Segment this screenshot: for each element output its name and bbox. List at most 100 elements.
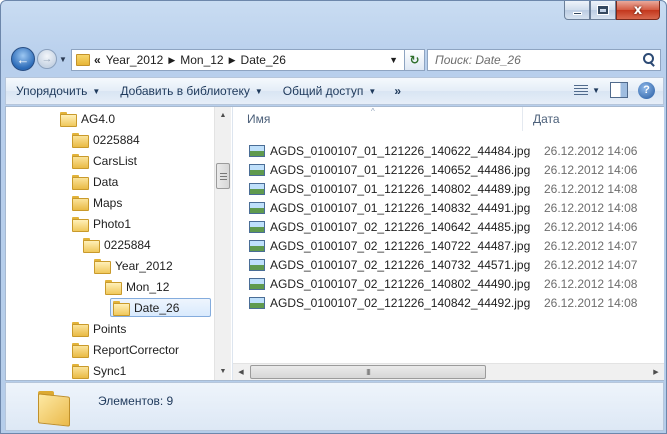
tree-item-reportcorrector[interactable]: ReportCorrector <box>70 340 183 359</box>
minimize-button[interactable] <box>564 1 590 20</box>
tree-item-label: Date_26 <box>134 300 180 315</box>
file-list-pane: ^ Имя Дата AGDS_0100107_01_121226_140622… <box>232 107 664 380</box>
tree-item-label: Sync1 <box>93 363 127 378</box>
tree-item-photo1[interactable]: Photo1 <box>70 214 135 233</box>
view-dropdown-icon[interactable]: ▼ <box>592 86 600 95</box>
breadcrumb-item-year[interactable]: Year_2012 <box>106 53 164 67</box>
scrollbar-thumb[interactable]: III <box>250 365 486 379</box>
breadcrumb-separator-icon[interactable]: ▶ <box>168 55 175 66</box>
tree-item-sync1[interactable]: Sync1 <box>70 361 130 380</box>
file-date: 26.12.2012 14:06 <box>544 143 638 158</box>
tree-item-data[interactable]: Data <box>70 172 122 191</box>
maximize-button[interactable] <box>590 1 616 20</box>
file-date: 26.12.2012 14:08 <box>544 276 638 291</box>
help-icon[interactable]: ? <box>638 81 655 99</box>
file-name: AGDS_0100107_02_121226_140642_44485.jpg <box>270 219 531 234</box>
tree-item-date-26[interactable]: Date_26 <box>110 298 211 317</box>
tree-scrollbar[interactable]: ▲ ▼ <box>214 107 231 380</box>
file-date: 26.12.2012 14:07 <box>544 238 638 253</box>
tree-item-label: Photo1 <box>93 216 132 231</box>
chevron-down-icon: ▼ <box>254 86 263 96</box>
scroll-up-icon[interactable]: ▲ <box>215 107 231 123</box>
column-header-date[interactable]: Дата <box>523 107 664 131</box>
scroll-down-icon[interactable]: ▼ <box>215 363 231 379</box>
tree-item-label: ReportCorrector <box>93 342 180 357</box>
address-dropdown-icon[interactable]: ▼ <box>389 55 398 65</box>
recent-pages-dropdown-icon[interactable]: ▼ <box>59 55 67 64</box>
file-row[interactable]: AGDS_0100107_02_121226_140642_44485.jpg … <box>249 217 637 236</box>
close-icon: x <box>633 2 643 18</box>
add-to-library-button[interactable]: Добавить в библиотеку ▼ <box>114 80 268 102</box>
file-row[interactable]: AGDS_0100107_02_121226_140732_44571.jpg … <box>249 255 637 274</box>
tree-item-carslist[interactable]: CarsList <box>70 151 141 170</box>
tree-item-label: CarsList <box>93 153 138 168</box>
forward-button[interactable]: → <box>37 49 57 69</box>
column-headers: ^ Имя Дата <box>233 107 664 131</box>
tree-item-year-2012[interactable]: Year_2012 <box>92 256 177 275</box>
grip-icon <box>220 173 227 180</box>
scrollbar-thumb[interactable] <box>216 163 230 189</box>
breadcrumb-item-date[interactable]: Date_26 <box>241 53 286 67</box>
tree-item-label: Maps <box>93 195 123 210</box>
file-row[interactable]: AGDS_0100107_01_121226_140802_44489.jpg … <box>249 179 637 198</box>
file-row[interactable]: AGDS_0100107_01_121226_140652_44486.jpg … <box>249 160 637 179</box>
folder-icon <box>36 389 76 425</box>
add-to-library-label: Добавить в библиотеку <box>120 84 250 98</box>
back-button[interactable]: ← <box>11 47 35 71</box>
file-row[interactable]: AGDS_0100107_02_121226_140722_44487.jpg … <box>249 236 637 255</box>
tree-item-label: Mon_12 <box>126 279 170 294</box>
caption-buttons: x <box>564 1 660 21</box>
file-row[interactable]: AGDS_0100107_01_121226_140832_44491.jpg … <box>249 198 637 217</box>
close-button[interactable]: x <box>616 1 660 20</box>
refresh-icon: ↻ <box>409 53 420 67</box>
search-box[interactable]: Поиск: Date_26 <box>427 49 661 71</box>
scroll-left-icon[interactable]: ◀ <box>233 364 249 380</box>
file-name: AGDS_0100107_01_121226_140802_44489.jpg <box>270 181 531 196</box>
column-header-date-label: Дата <box>533 112 560 126</box>
tree-item-0225884[interactable]: 0225884 <box>70 130 144 149</box>
change-view-icon[interactable] <box>572 81 590 99</box>
breadcrumb-overflow[interactable]: « <box>94 53 101 67</box>
tree-item-points[interactable]: Points <box>70 319 130 338</box>
tree-item-label: Year_2012 <box>115 258 173 273</box>
tree-item-label: Points <box>93 321 127 336</box>
tree-item-label: 0225884 <box>104 237 151 252</box>
column-header-name-label: Имя <box>247 112 271 126</box>
folder-icon <box>72 196 89 211</box>
details-pane: Элементов: 9 <box>5 382 664 431</box>
jpg-file-icon <box>249 163 265 176</box>
jpg-file-icon <box>249 201 265 214</box>
refresh-button[interactable]: ↻ <box>405 49 425 71</box>
folder-icon <box>72 364 89 379</box>
scroll-right-icon[interactable]: ▶ <box>648 364 664 380</box>
view-controls: ▼ ? <box>572 81 659 99</box>
navigation-row: ← → ▼ « Year_2012 ▶ Mon_12 ▶ Date_26 ▼ ↻… <box>1 45 666 73</box>
file-name: AGDS_0100107_01_121226_140832_44491.jpg <box>270 200 531 215</box>
file-row[interactable]: AGDS_0100107_01_121226_140622_44484.jpg … <box>249 141 637 160</box>
file-date: 26.12.2012 14:08 <box>544 295 638 310</box>
folder-icon <box>83 238 100 253</box>
tree-item-ag40[interactable]: AG4.0 <box>58 109 119 128</box>
file-row[interactable]: AGDS_0100107_02_121226_140842_44492.jpg … <box>249 293 637 312</box>
column-header-name[interactable]: ^ Имя <box>233 107 523 131</box>
more-commands-button[interactable]: » <box>388 80 407 102</box>
tree-item-mon-12[interactable]: Mon_12 <box>103 277 173 296</box>
forward-arrow-icon: → <box>41 52 53 65</box>
organize-button[interactable]: Упорядочить ▼ <box>10 80 106 102</box>
file-name: AGDS_0100107_02_121226_140842_44492.jpg <box>270 295 531 310</box>
preview-pane-icon[interactable] <box>610 82 628 98</box>
tree-item-0225884-sub[interactable]: 0225884 <box>81 235 155 254</box>
search-icon[interactable] <box>640 52 656 68</box>
breadcrumb-item-month[interactable]: Mon_12 <box>180 53 223 67</box>
horizontal-scrollbar[interactable]: ◀ III ▶ <box>233 363 664 380</box>
file-row[interactable]: AGDS_0100107_02_121226_140802_44490.jpg … <box>249 274 637 293</box>
breadcrumb-separator-icon[interactable]: ▶ <box>229 55 236 66</box>
tree-item-label: 0225884 <box>93 132 140 147</box>
share-label: Общий доступ <box>282 84 364 98</box>
file-name: AGDS_0100107_01_121226_140652_44486.jpg <box>270 162 531 177</box>
address-bar[interactable]: « Year_2012 ▶ Mon_12 ▶ Date_26 ▼ <box>71 49 405 71</box>
tree-item-maps[interactable]: Maps <box>70 193 126 212</box>
search-input[interactable]: Поиск: Date_26 <box>435 53 640 67</box>
share-button[interactable]: Общий доступ ▼ <box>277 80 383 102</box>
organize-label: Упорядочить <box>16 84 88 98</box>
